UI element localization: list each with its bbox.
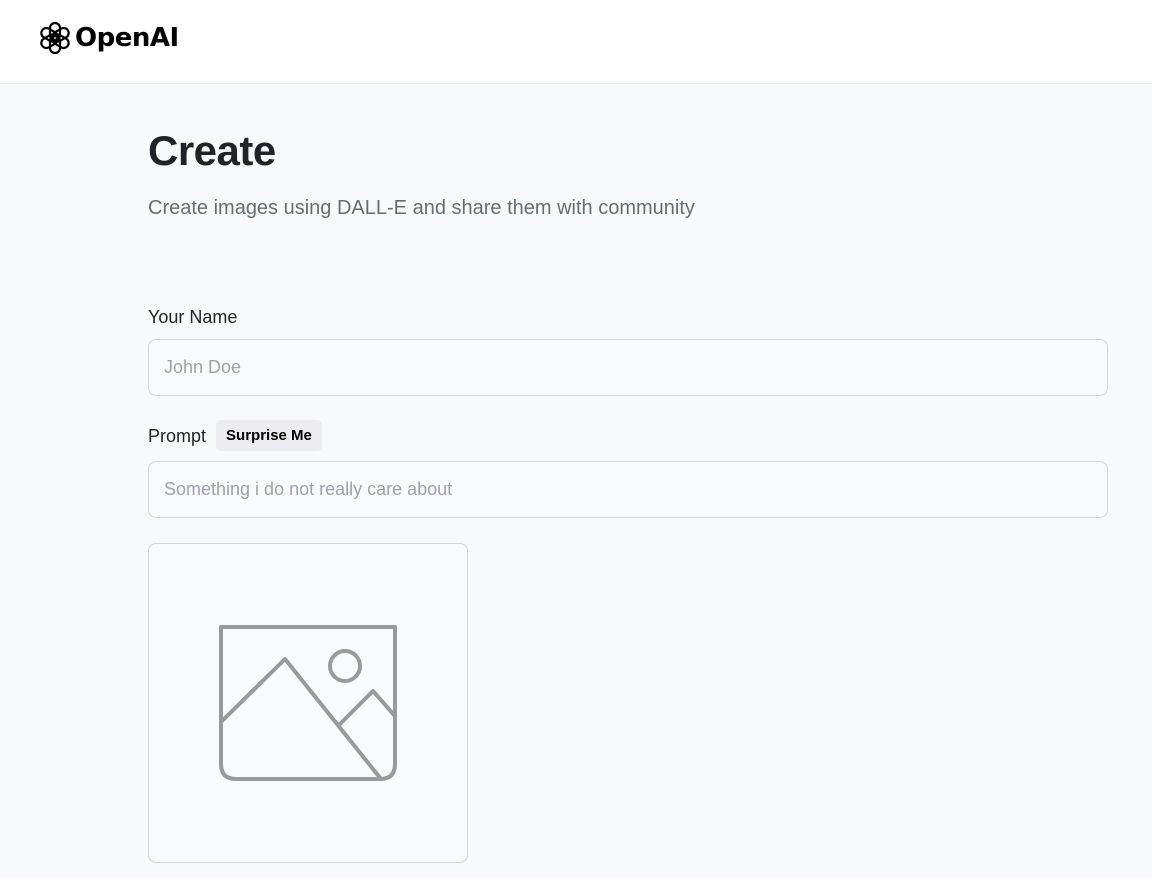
- page-title: Create: [148, 127, 276, 174]
- prompt-label-row: Prompt Surprise Me: [148, 420, 322, 451]
- image-preview: [148, 543, 468, 863]
- name-label: Your Name: [148, 307, 238, 327]
- name-input[interactable]: [148, 339, 1108, 396]
- top-navbar: OpenAI: [0, 0, 1152, 84]
- surprise-me-button[interactable]: Surprise Me: [216, 420, 322, 451]
- prompt-input[interactable]: [148, 461, 1108, 518]
- logo-text: OpenAI: [75, 23, 179, 53]
- openai-logo-link[interactable]: OpenAI: [37, 20, 179, 56]
- prompt-label: Prompt: [148, 425, 207, 446]
- image-placeholder-icon: [219, 625, 397, 781]
- page-subtitle: Create images using DALL-E and share the…: [148, 197, 695, 219]
- openai-logo-icon: [40, 21, 70, 55]
